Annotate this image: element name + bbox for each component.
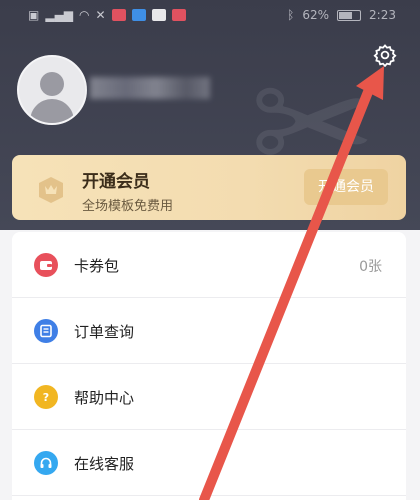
sim-icon: ▣ xyxy=(28,8,40,22)
default-avatar-icon xyxy=(40,72,64,96)
menu-item-coupons[interactable]: 卡券包 0张 xyxy=(12,232,406,298)
help-icon: ? xyxy=(34,385,58,409)
menu-item-label: 订单查询 xyxy=(74,323,135,341)
menu-item-label: 卡券包 xyxy=(74,257,120,275)
headset-icon xyxy=(34,451,58,475)
avatar[interactable] xyxy=(17,55,87,125)
wifi-icon: ◠ xyxy=(79,8,90,22)
menu-item-help[interactable]: ? 帮助中心 xyxy=(12,364,406,430)
crown-shield-icon xyxy=(39,177,63,203)
open-vip-button[interactable]: 开通会员 xyxy=(304,169,388,205)
menu-list: 卡券包 0张 订单查询 ? 帮助中心 在线客服 xyxy=(12,232,406,500)
status-left: ▣ ▂▄▆ ◠ ✕ xyxy=(28,9,186,21)
signal-icon: ▂▄▆ xyxy=(45,8,74,22)
coupon-count: 0张 xyxy=(359,259,382,275)
vip-title: 开通会员 xyxy=(82,172,150,192)
wallet-icon xyxy=(34,253,58,277)
red-app-icon xyxy=(171,9,186,21)
gear-icon xyxy=(373,44,397,67)
menu-item-support[interactable]: 在线客服 xyxy=(12,430,406,496)
username-redacted[interactable] xyxy=(90,77,210,99)
battery-percent: 62% xyxy=(302,8,330,22)
status-time: 2:23 xyxy=(369,8,396,22)
svg-text:?: ? xyxy=(43,391,49,404)
mute-icon: ✕ xyxy=(95,8,106,22)
vip-subtitle: 全场模板免费用 xyxy=(82,199,174,214)
menu-item-orders[interactable]: 订单查询 xyxy=(12,298,406,364)
battery-icon xyxy=(337,9,362,21)
status-bar: ▣ ▂▄▆ ◠ ✕ ᛒ 62% 2:23 xyxy=(0,0,420,34)
red-app-icon xyxy=(111,9,126,21)
vip-banner[interactable]: 开通会员 全场模板免费用 开通会员 xyxy=(12,155,406,220)
settings-button[interactable] xyxy=(372,42,398,68)
menu-item-label: 在线客服 xyxy=(74,455,135,473)
menu-item-label: 帮助中心 xyxy=(74,389,135,407)
status-right: ᛒ 62% 2:23 xyxy=(287,8,396,22)
receipt-icon xyxy=(34,319,58,343)
blue-app-icon xyxy=(131,9,146,21)
bluetooth-icon: ᛒ xyxy=(287,8,295,22)
white-app-icon xyxy=(151,9,166,21)
